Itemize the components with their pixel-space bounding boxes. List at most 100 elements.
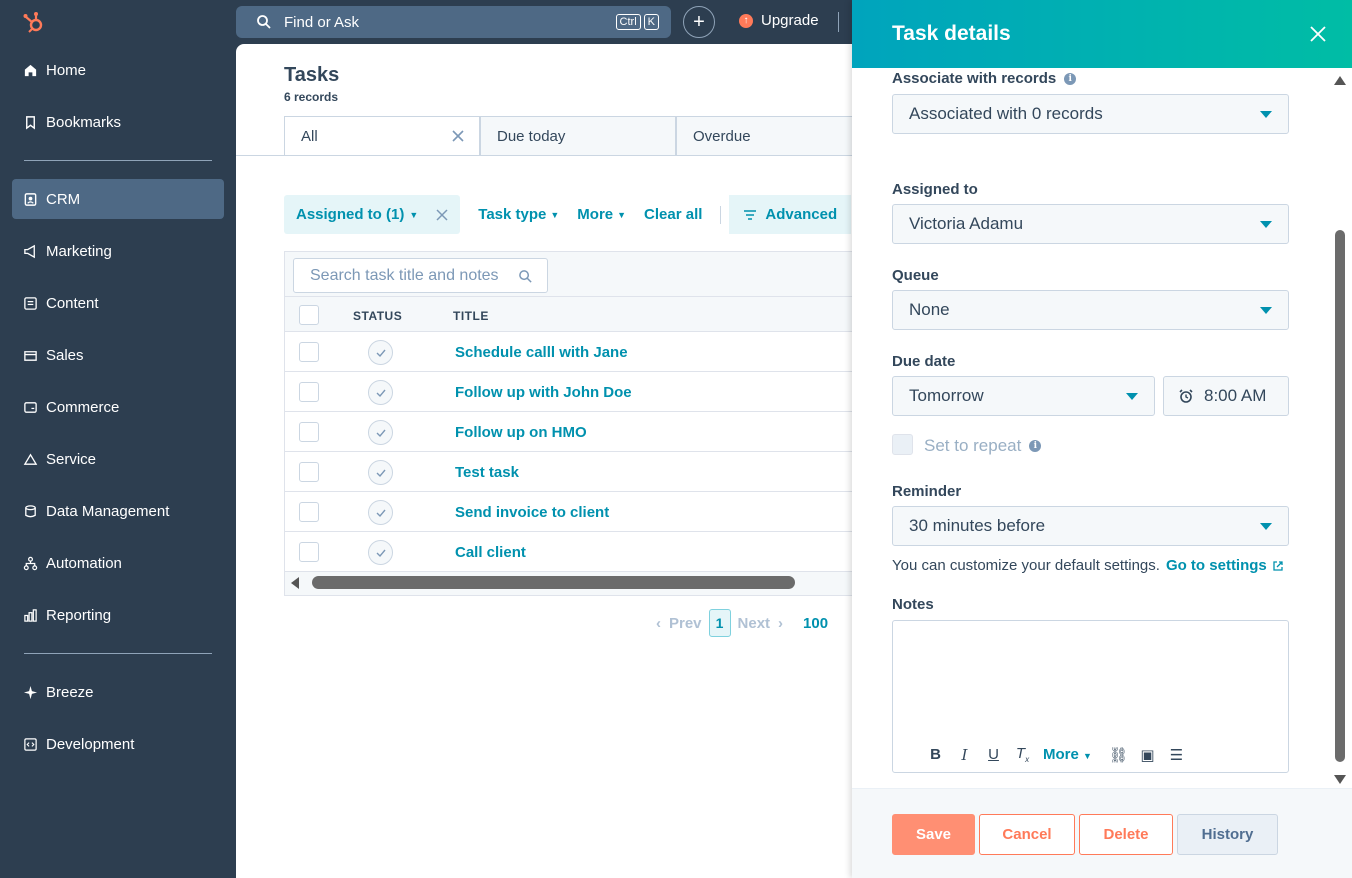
complete-task-toggle[interactable] <box>368 420 393 445</box>
sparkle-icon <box>22 684 38 700</box>
set-to-repeat-checkbox[interactable] <box>892 434 913 455</box>
assigned-to-select[interactable]: Victoria Adamu <box>892 204 1289 244</box>
assigned-to-filter[interactable]: Assigned to (1) ▼ <box>284 195 461 234</box>
scroll-left-icon[interactable] <box>291 577 299 589</box>
image-icon[interactable]: ▣ <box>1133 746 1162 764</box>
sidebar-item-reporting[interactable]: Reporting <box>12 595 224 635</box>
close-icon[interactable] <box>1310 26 1326 42</box>
row-checkbox[interactable] <box>299 342 319 362</box>
create-button[interactable]: + <box>683 6 715 38</box>
commerce-icon <box>22 399 38 415</box>
sidebar-item-breeze[interactable]: Breeze <box>12 672 224 712</box>
bold-icon[interactable]: B <box>921 746 950 763</box>
table-row: Follow up with John Doe <box>285 372 852 412</box>
complete-task-toggle[interactable] <box>368 540 393 565</box>
more-formatting-button[interactable]: More ▼ <box>1043 746 1092 763</box>
row-checkbox[interactable] <box>299 502 319 522</box>
sidebar-item-automation[interactable]: Automation <box>12 543 224 583</box>
scrollbar-thumb[interactable] <box>312 576 795 589</box>
row-checkbox[interactable] <box>299 462 319 482</box>
hubspot-logo-icon[interactable] <box>22 10 46 34</box>
advanced-filters-button[interactable]: Advanced <box>729 195 852 234</box>
horizontal-scrollbar[interactable] <box>285 572 852 594</box>
more-filter[interactable]: More ▼ <box>577 206 626 223</box>
tab-due-today[interactable]: Due today <box>480 116 676 156</box>
task-title-link[interactable]: Schedule calll with Jane <box>455 344 628 361</box>
due-time-select[interactable]: 8:00 AM <box>1163 376 1289 416</box>
task-title-link[interactable]: Call client <box>455 544 526 561</box>
underline-icon[interactable]: U <box>979 746 1008 763</box>
sidebar-item-sales[interactable]: Sales <box>12 335 224 375</box>
task-title-link[interactable]: Follow up on HMO <box>455 424 587 441</box>
go-to-settings-label: Go to settings <box>1165 557 1267 574</box>
checkmark-icon <box>376 389 386 397</box>
row-checkbox[interactable] <box>299 422 319 442</box>
current-page[interactable]: 1 <box>708 609 731 637</box>
sidebar-divider <box>24 653 212 654</box>
row-checkbox[interactable] <box>299 382 319 402</box>
info-icon[interactable]: i <box>1064 72 1077 85</box>
sidebar-item-home[interactable]: Home <box>12 50 224 90</box>
panel-vertical-scrollbar[interactable] <box>1334 72 1346 784</box>
sidebar-item-marketing[interactable]: Marketing <box>12 231 224 271</box>
notes-editor[interactable]: B I U Tx More ▼ ⛓ ▣ ☰ <box>892 620 1289 773</box>
sidebar-item-commerce[interactable]: Commerce <box>12 387 224 427</box>
cancel-button[interactable]: Cancel <box>979 814 1075 855</box>
upgrade-button[interactable]: ↑ Upgrade <box>739 12 819 29</box>
task-title-link[interactable]: Send invoice to client <box>455 504 609 521</box>
table-search-input[interactable]: Search task title and notes <box>293 258 548 293</box>
scrollbar-thumb[interactable] <box>1335 230 1345 762</box>
task-title-link[interactable]: Test task <box>455 464 519 481</box>
panel-body: Associate with records i Associated with… <box>852 68 1352 788</box>
sidebar-item-content[interactable]: Content <box>12 283 224 323</box>
sidebar-item-crm[interactable]: CRM <box>12 179 224 219</box>
upgrade-arrow-icon: ↑ <box>739 13 753 28</box>
more-formatting-label: More <box>1043 746 1079 763</box>
bookmark-icon <box>22 114 38 130</box>
tab-all[interactable]: All <box>284 116 480 156</box>
chevron-right-icon: › <box>778 614 784 632</box>
checkmark-icon <box>376 469 386 477</box>
global-search[interactable]: Find or Ask Ctrl K <box>236 6 671 38</box>
queue-select[interactable]: None <box>892 290 1289 330</box>
panel-title: Task details <box>892 22 1011 45</box>
prev-page-button[interactable]: ‹ Prev <box>656 615 702 632</box>
snippet-icon[interactable]: ☰ <box>1162 746 1191 764</box>
set-to-repeat-label: Set to repeat i <box>924 436 1042 456</box>
sidebar-item-bookmarks[interactable]: Bookmarks <box>12 102 224 142</box>
column-status[interactable]: STATUS <box>353 309 402 323</box>
sidebar-item-label: Development <box>46 735 135 753</box>
complete-task-toggle[interactable] <box>368 340 393 365</box>
next-page-button[interactable]: Next › <box>738 615 784 632</box>
tab-overdue[interactable]: Overdue <box>676 116 852 156</box>
select-all-checkbox[interactable] <box>299 305 319 325</box>
per-page-select[interactable]: 100 <box>803 615 828 632</box>
complete-task-toggle[interactable] <box>368 380 393 405</box>
close-tab-icon[interactable] <box>451 129 465 143</box>
task-title-link[interactable]: Follow up with John Doe <box>455 384 632 401</box>
sidebar-item-data-management[interactable]: Data Management <box>12 491 224 531</box>
clear-all-button[interactable]: Clear all <box>644 206 702 223</box>
complete-task-toggle[interactable] <box>368 460 393 485</box>
row-checkbox[interactable] <box>299 542 319 562</box>
italic-icon[interactable]: I <box>950 746 979 764</box>
sidebar-item-label: Content <box>46 294 99 312</box>
scroll-down-icon[interactable] <box>1334 775 1346 784</box>
task-type-filter[interactable]: Task type ▼ <box>478 206 559 223</box>
delete-button[interactable]: Delete <box>1079 814 1173 855</box>
reminder-select[interactable]: 30 minutes before <box>892 506 1289 546</box>
info-icon[interactable]: i <box>1029 440 1042 452</box>
remove-filter-icon[interactable] <box>436 208 448 221</box>
link-icon[interactable]: ⛓ <box>1104 746 1133 764</box>
scroll-up-icon[interactable] <box>1334 76 1346 85</box>
clear-format-icon[interactable]: Tx <box>1008 745 1037 764</box>
save-button[interactable]: Save <box>892 814 975 855</box>
go-to-settings-link[interactable]: Go to settings <box>1166 557 1284 574</box>
sidebar-item-service[interactable]: Service <box>12 439 224 479</box>
column-title[interactable]: TITLE <box>453 309 489 323</box>
due-date-select[interactable]: Tomorrow <box>892 376 1155 416</box>
sidebar-item-development[interactable]: Development <box>12 724 224 764</box>
associate-records-select[interactable]: Associated with 0 records <box>892 94 1289 134</box>
complete-task-toggle[interactable] <box>368 500 393 525</box>
history-button[interactable]: History <box>1177 814 1278 855</box>
